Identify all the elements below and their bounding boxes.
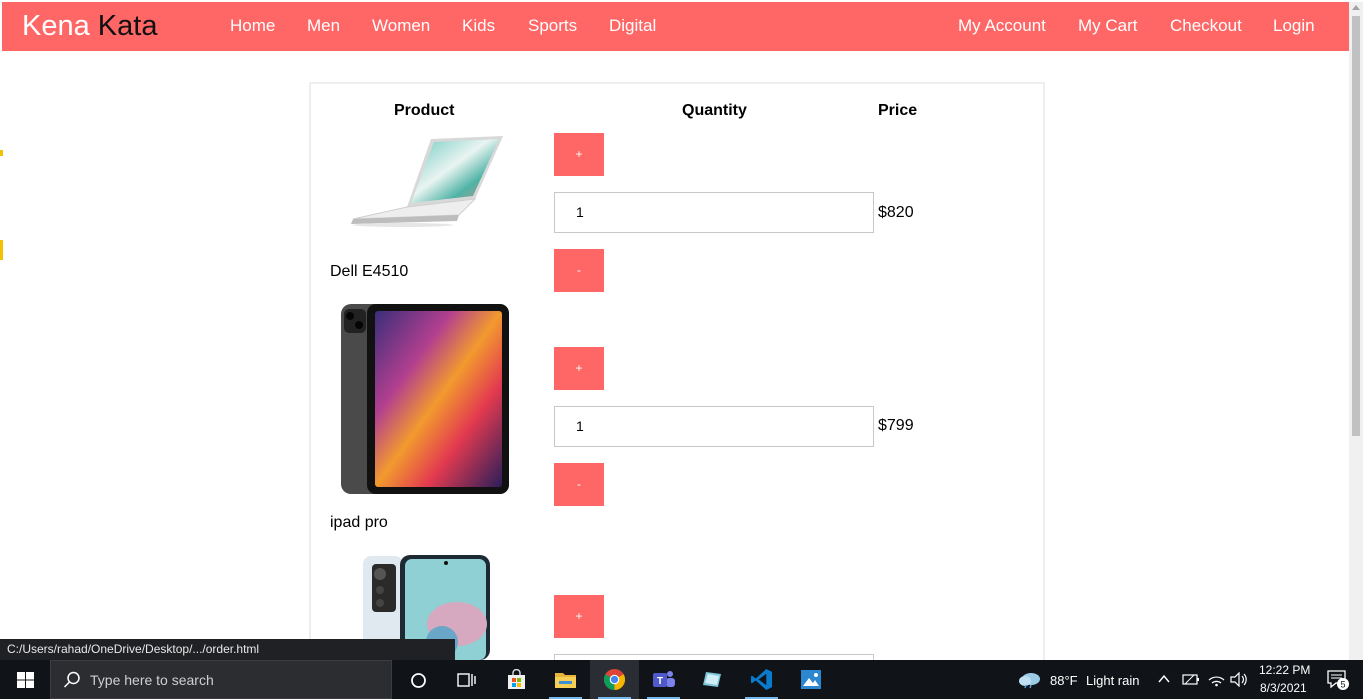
taskbar-chrome[interactable] [590, 660, 639, 699]
svg-text:T: T [657, 676, 663, 687]
nav-link-men[interactable]: Men [307, 16, 340, 36]
taskbar-search-box[interactable]: Type here to search [50, 660, 392, 699]
taskbar-store[interactable] [492, 660, 541, 699]
edge-marker [0, 150, 3, 156]
cortana-button[interactable] [394, 660, 443, 699]
scroll-thumb[interactable] [1352, 16, 1360, 436]
search-placeholder: Type here to search [90, 672, 214, 688]
nav-link-my-account[interactable]: My Account [958, 16, 1046, 36]
header-price: Price [878, 102, 918, 119]
wifi-icon[interactable] [1208, 672, 1225, 687]
vscode-icon [750, 668, 773, 691]
decrease-qty-button-2[interactable]: - [554, 463, 604, 506]
taskbar-file-explorer[interactable] [541, 660, 590, 699]
weather-rain-icon[interactable] [1018, 671, 1042, 689]
clock-date[interactable]: 8/3/2021 [1260, 681, 1307, 695]
windows-logo-icon [17, 672, 34, 688]
nav-link-kids[interactable]: Kids [462, 16, 495, 36]
product-name-1: Dell E4510 [330, 263, 409, 280]
quantity-input-2[interactable]: 1 [554, 406, 874, 447]
price-1: $820 [878, 204, 914, 221]
cortana-circle-icon [411, 673, 426, 688]
decrease-qty-button-1[interactable]: - [554, 249, 604, 292]
nav-link-checkout[interactable]: Checkout [1170, 16, 1242, 36]
status-url: C:/Users/rahad/OneDrive/Desktop/.../orde… [0, 639, 455, 660]
task-view-button[interactable] [442, 660, 491, 699]
laptop-product-image [351, 136, 503, 227]
increase-qty-button-3[interactable]: + [554, 595, 604, 638]
weather-description[interactable]: Light rain [1086, 673, 1139, 688]
page-scrollbar[interactable] [1349, 2, 1363, 660]
teams-icon: T [653, 671, 675, 687]
taskbar-photos[interactable] [786, 660, 835, 699]
brand-part1: Kena [22, 10, 90, 42]
start-button[interactable] [0, 660, 50, 699]
header-product: Product [394, 102, 455, 119]
nav-link-login[interactable]: Login [1273, 16, 1315, 36]
brand-logo[interactable]: Kena Kata [22, 10, 157, 43]
nav-link-my-cart[interactable]: My Cart [1078, 16, 1138, 36]
nav-link-digital[interactable]: Digital [609, 16, 656, 36]
product-name-2: ipad pro [330, 514, 388, 531]
brand-part2: Kata [97, 10, 158, 42]
photos-icon [801, 670, 821, 689]
app-icon [703, 672, 721, 687]
volume-icon[interactable] [1230, 672, 1248, 687]
ipad-product-image [341, 304, 509, 494]
store-bag-icon [508, 669, 525, 689]
nav-link-home[interactable]: Home [230, 16, 275, 36]
search-icon [63, 671, 80, 688]
navbar: Kena Kata Home Men Women Kids Sports Dig… [2, 2, 1349, 51]
taskbar-app[interactable] [688, 660, 737, 699]
windows-taskbar: Type here to search T 88°F Light rain 12… [0, 660, 1363, 699]
price-2: $799 [878, 417, 914, 434]
task-view-icon [457, 673, 476, 687]
edge-marker [0, 240, 3, 260]
increase-qty-button-1[interactable]: + [554, 133, 604, 176]
battery-icon[interactable] [1182, 672, 1200, 687]
scroll-up-icon[interactable] [1352, 5, 1360, 10]
notification-center-icon[interactable]: 5 [1326, 669, 1350, 691]
quantity-input-1[interactable]: 1 [554, 192, 874, 233]
browser-viewport: Kena Kata Home Men Women Kids Sports Dig… [0, 0, 1363, 699]
taskbar-teams[interactable]: T [639, 660, 688, 699]
notification-count: 5 [1340, 680, 1345, 690]
chevron-up-icon[interactable] [1158, 674, 1170, 684]
nav-link-women[interactable]: Women [372, 16, 430, 36]
increase-qty-button-2[interactable]: + [554, 347, 604, 390]
nav-link-sports[interactable]: Sports [528, 16, 577, 36]
taskbar-vscode[interactable] [737, 660, 786, 699]
weather-temperature[interactable]: 88°F [1050, 673, 1078, 688]
clock-time[interactable]: 12:22 PM [1259, 663, 1310, 677]
header-quantity: Quantity [682, 102, 747, 119]
chrome-icon [603, 668, 626, 691]
folder-icon [555, 673, 576, 688]
